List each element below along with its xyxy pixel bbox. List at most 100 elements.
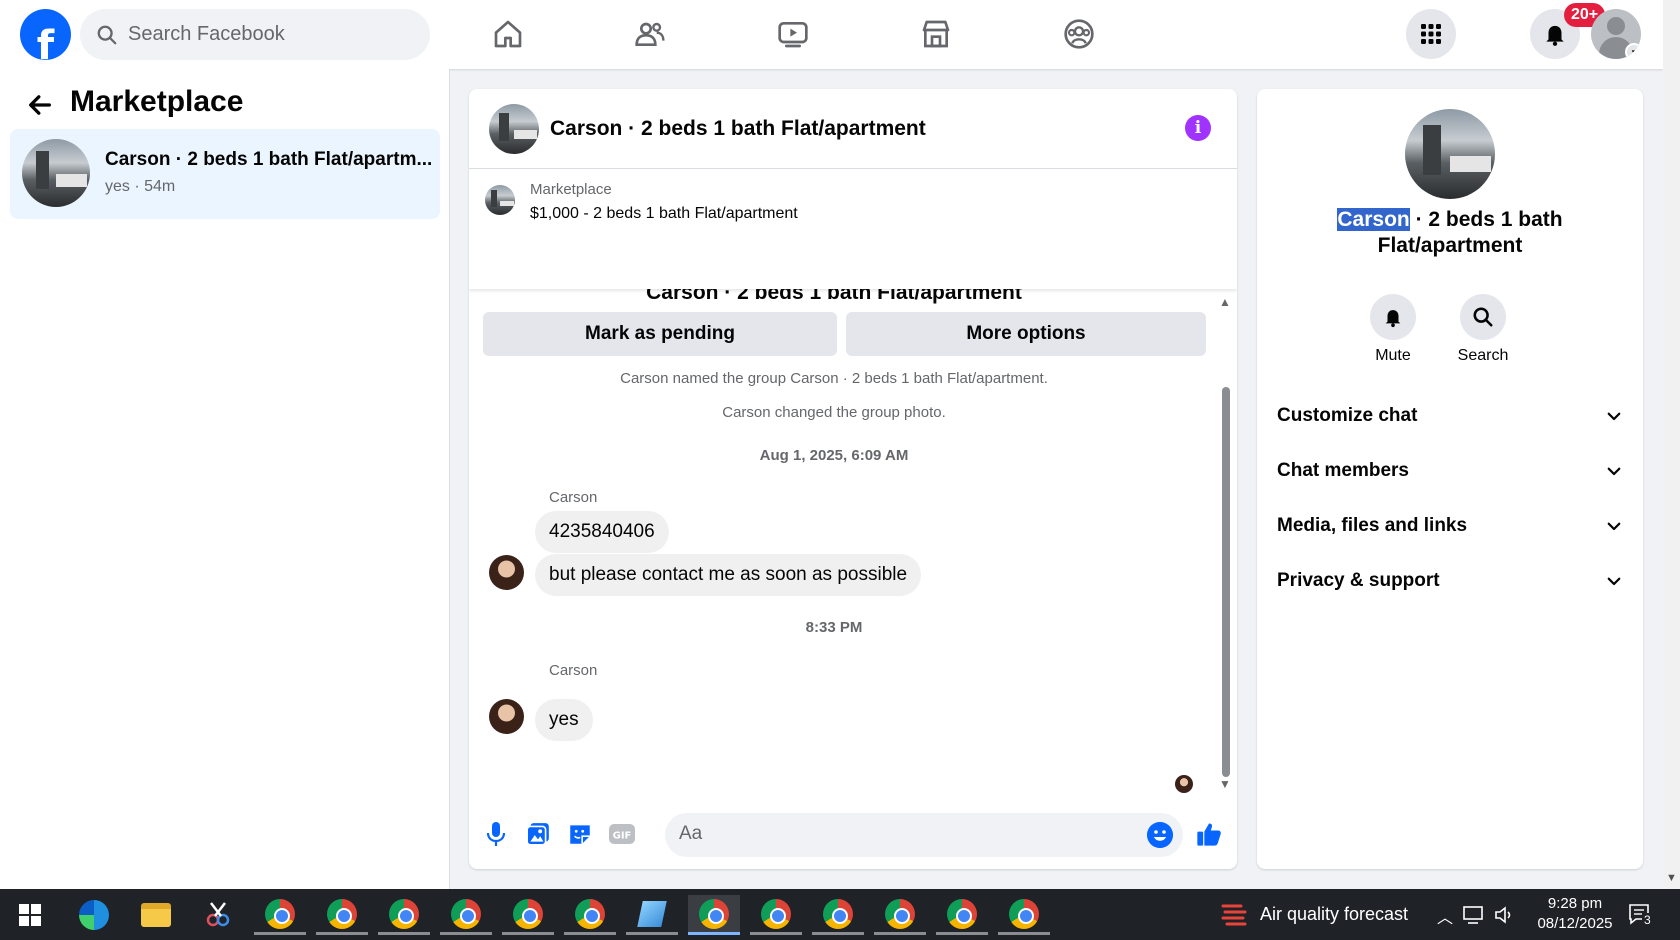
listing-source-label: Marketplace [530,181,612,198]
chevron-down-icon [1607,577,1621,586]
group-photo[interactable] [1405,109,1495,199]
chat-avatar[interactable] [489,104,539,154]
section-customize-chat[interactable]: Customize chat [1277,396,1623,436]
notes-app-icon[interactable] [626,895,678,935]
message-timestamp: Aug 1, 2025, 6:09 AM [759,447,909,464]
search-label: Search [1457,347,1509,364]
thumbs-up-icon[interactable] [1194,819,1224,849]
more-options-button[interactable]: More options [846,312,1206,356]
system-message: Carson named the group Carson · 2 beds 1… [620,370,1048,387]
search-input[interactable] [128,23,388,46]
seen-indicator-avatar [1175,775,1193,793]
home-icon[interactable] [488,14,528,54]
chrome-profile-icon[interactable] [316,895,368,935]
message-sender-name: Carson [549,662,598,679]
weather-widget-text[interactable]: Air quality forecast [1260,904,1408,925]
conversation-preview: yes · 54m [105,178,176,195]
section-media-files-links[interactable]: Media, files and links [1277,506,1623,546]
menu-grid-icon[interactable] [1406,9,1456,59]
notification-center-icon[interactable]: 3 [1628,903,1654,933]
system-message: Carson changed the group photo. [722,404,946,421]
messages-scrollbar[interactable] [1222,387,1230,777]
sender-avatar[interactable] [489,699,524,734]
page-title: Marketplace [70,85,244,118]
facebook-logo-icon[interactable]: f [20,9,71,60]
chrome-profile-icon-active[interactable] [688,895,740,935]
microphone-icon[interactable] [481,819,511,849]
chrome-profile-icon[interactable] [564,895,616,935]
emoji-icon[interactable] [1147,822,1173,848]
mute-label: Mute [1375,347,1411,364]
window-scrollbar[interactable]: ▼ [1663,0,1680,889]
chrome-profile-icon[interactable] [812,895,864,935]
snipping-tool-icon[interactable] [192,895,244,935]
message-bubble[interactable]: 4235840406 [535,511,669,553]
message-composer: GIF [469,807,1237,867]
chevron-down-icon: ▾ [1625,43,1641,59]
video-icon[interactable] [773,14,813,54]
chat-info-panel: Carson · 2 beds 1 bath Flat/apartment Mu… [1257,89,1643,869]
mute-button[interactable]: Mute [1353,294,1433,365]
conversation-name: Carson · 2 beds 1 bath Flat/apartm... [105,149,433,170]
conversation-list-item[interactable]: Carson · 2 beds 1 bath Flat/apartm... ye… [10,129,440,219]
selected-name-text: Carson [1337,208,1410,231]
search-icon [1473,307,1493,327]
chrome-profile-icon[interactable] [998,895,1050,935]
chrome-profile-icon[interactable] [502,895,554,935]
sticker-icon[interactable] [565,819,595,849]
scroll-up-arrow-icon[interactable]: ▲ [1219,295,1231,309]
message-sender-name: Carson [549,489,598,506]
conversation-avatar [22,139,90,207]
volume-icon[interactable] [1490,895,1520,935]
chevron-down-icon [1607,522,1621,531]
chevron-down-icon [1607,412,1621,421]
message-bubble[interactable]: yes [535,699,593,741]
edge-browser-icon[interactable] [68,895,120,935]
windows-start-icon[interactable] [4,895,56,935]
message-bubble[interactable]: but please contact me as soon as possibl… [535,554,922,596]
chat-title[interactable]: Carson · 2 beds 1 bath Flat/apartment [550,117,926,141]
system-clock[interactable]: 9:28 pm 08/12/2025 [1530,894,1620,934]
listing-price[interactable]: $1,000 - 2 beds 1 bath Flat/apartment [530,205,798,223]
chevron-up-icon[interactable]: ︿ [1437,904,1453,928]
listing-thumbnail[interactable] [485,185,515,215]
friends-icon[interactable] [630,14,670,54]
chrome-profile-icon[interactable] [874,895,926,935]
chevron-down-icon [1607,467,1621,476]
chrome-profile-icon[interactable] [440,895,492,935]
groups-icon[interactable] [1059,14,1099,54]
photo-gallery-icon[interactable] [523,819,553,849]
top-navigation-bar: f 20+ ▾ [0,0,1663,69]
message-input[interactable] [679,823,1119,845]
search-in-conversation-button[interactable]: Search [1443,294,1523,365]
windows-taskbar: Air quality forecast ︿ 9:28 pm 08/12/202… [0,889,1680,940]
notification-count: 3 [1642,913,1653,927]
chrome-profile-icon[interactable] [750,895,802,935]
mark-as-pending-button[interactable]: Mark as pending [483,312,837,356]
chrome-profile-icon[interactable] [378,895,430,935]
file-explorer-icon[interactable] [130,895,182,935]
search-facebook[interactable] [80,9,430,60]
account-avatar[interactable]: ▾ [1591,9,1641,59]
info-icon[interactable]: i [1185,115,1211,141]
scroll-down-arrow-icon[interactable]: ▼ [1219,777,1231,791]
chat-window: Carson · 2 beds 1 bath Flat/apartment i … [469,89,1237,869]
bell-icon [1385,310,1401,328]
air-quality-icon[interactable] [1208,895,1260,935]
message-input-field[interactable] [665,813,1183,857]
scroll-down-arrow-icon[interactable]: ▼ [1666,872,1677,884]
chats-sidebar: Marketplace Carson · 2 beds 1 bath Flat/… [0,69,450,889]
marketplace-icon[interactable] [916,14,956,54]
section-chat-members[interactable]: Chat members [1277,451,1623,491]
sender-avatar[interactable] [489,555,524,590]
svg-text:GIF: GIF [613,831,632,842]
section-privacy-support[interactable]: Privacy & support [1277,561,1623,601]
network-icon[interactable] [1458,895,1488,935]
chat-header: Carson · 2 beds 1 bath Flat/apartment i [469,89,1237,169]
back-arrow-icon[interactable] [26,91,54,127]
chrome-profile-icon[interactable] [936,895,988,935]
message-timestamp: 8:33 PM [805,619,863,636]
group-name: Carson · 2 beds 1 bath Flat/apartment [1277,207,1623,259]
chrome-profile-icon[interactable] [254,895,306,935]
gif-icon[interactable]: GIF [607,819,637,849]
